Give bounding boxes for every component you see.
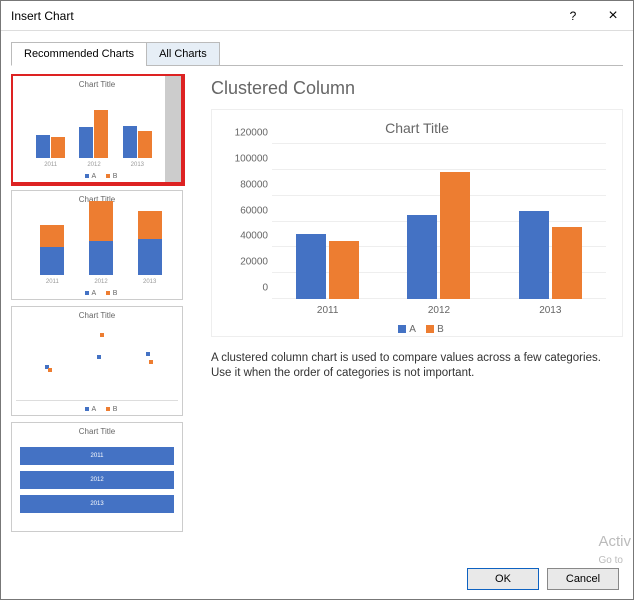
- chart-x-axis: 2011 2012 2013: [272, 299, 606, 316]
- chart-legend: A B: [228, 324, 606, 335]
- thumbnail-title: Chart Title: [13, 80, 181, 89]
- thumbnail-stacked-column[interactable]: Chart Title 2011 2012 2013 A B: [11, 190, 183, 300]
- thumbnail-legend: A B: [12, 406, 182, 413]
- thumbnail-clustered-column[interactable]: Chart Title 2011 2012 2013 A B: [11, 74, 183, 184]
- scrollbar-thumb[interactable]: [165, 76, 181, 182]
- thumbnail-legend: A B: [12, 290, 182, 297]
- chart-preview-canvas[interactable]: Chart Title 0200004000060000800001000001…: [211, 109, 623, 337]
- legend-swatch-b: [426, 325, 434, 333]
- y-tick-label: 120000: [228, 128, 268, 139]
- bar-A-2013: [519, 211, 549, 299]
- cancel-button[interactable]: Cancel: [547, 568, 619, 590]
- chart-plot-area: 020000400006000080000100000120000: [272, 144, 606, 299]
- tab-recommended-charts[interactable]: Recommended Charts: [11, 42, 147, 66]
- tab-bar: Recommended Charts All Charts: [11, 41, 623, 66]
- titlebar: Insert Chart ? ×: [1, 1, 633, 31]
- chart-preview-panel: Clustered Column Chart Title 02000040000…: [191, 74, 623, 553]
- close-button[interactable]: ×: [593, 1, 633, 31]
- legend-swatch-a: [398, 325, 406, 333]
- bar-A-2011: [296, 234, 326, 299]
- thumbnail-legend: A B: [13, 173, 181, 180]
- ok-button[interactable]: OK: [467, 568, 539, 590]
- thumbnail-plot: 2011 2012 2013: [16, 205, 178, 285]
- dialog-content: Chart Title 2011 2012 2013 A B Chart Tit…: [1, 66, 633, 561]
- y-tick-label: 40000: [228, 231, 268, 242]
- y-tick-label: 100000: [228, 153, 268, 164]
- dialog-footer: OK Cancel: [1, 559, 633, 599]
- thumbnail-funnel[interactable]: Chart Title 2011 2012 2013: [11, 422, 183, 532]
- y-tick-label: 60000: [228, 205, 268, 216]
- thumbnail-title: Chart Title: [12, 311, 182, 320]
- tab-all-charts[interactable]: All Charts: [146, 42, 220, 66]
- bar-B-2013: [552, 227, 582, 299]
- bar-A-2012: [407, 215, 437, 299]
- thumbnail-plot: 2011 2012 2013: [17, 90, 163, 168]
- thumbnail-title: Chart Title: [12, 427, 182, 436]
- bar-B-2012: [440, 172, 470, 299]
- chart-description: A clustered column chart is used to comp…: [211, 351, 623, 381]
- y-tick-label: 0: [228, 283, 268, 294]
- y-tick-label: 20000: [228, 257, 268, 268]
- y-tick-label: 80000: [228, 179, 268, 190]
- help-button[interactable]: ?: [553, 1, 593, 31]
- thumbnail-plot: 2011 2012 2013: [16, 437, 178, 517]
- thumbnail-scatter[interactable]: Chart Title A B: [11, 306, 183, 416]
- chart-type-heading: Clustered Column: [211, 78, 623, 99]
- bar-B-2011: [329, 241, 359, 299]
- thumbnail-plot: [16, 321, 178, 401]
- chart-thumbnails-panel: Chart Title 2011 2012 2013 A B Chart Tit…: [11, 74, 191, 553]
- chart-title: Chart Title: [228, 120, 606, 136]
- window-title: Insert Chart: [11, 9, 553, 23]
